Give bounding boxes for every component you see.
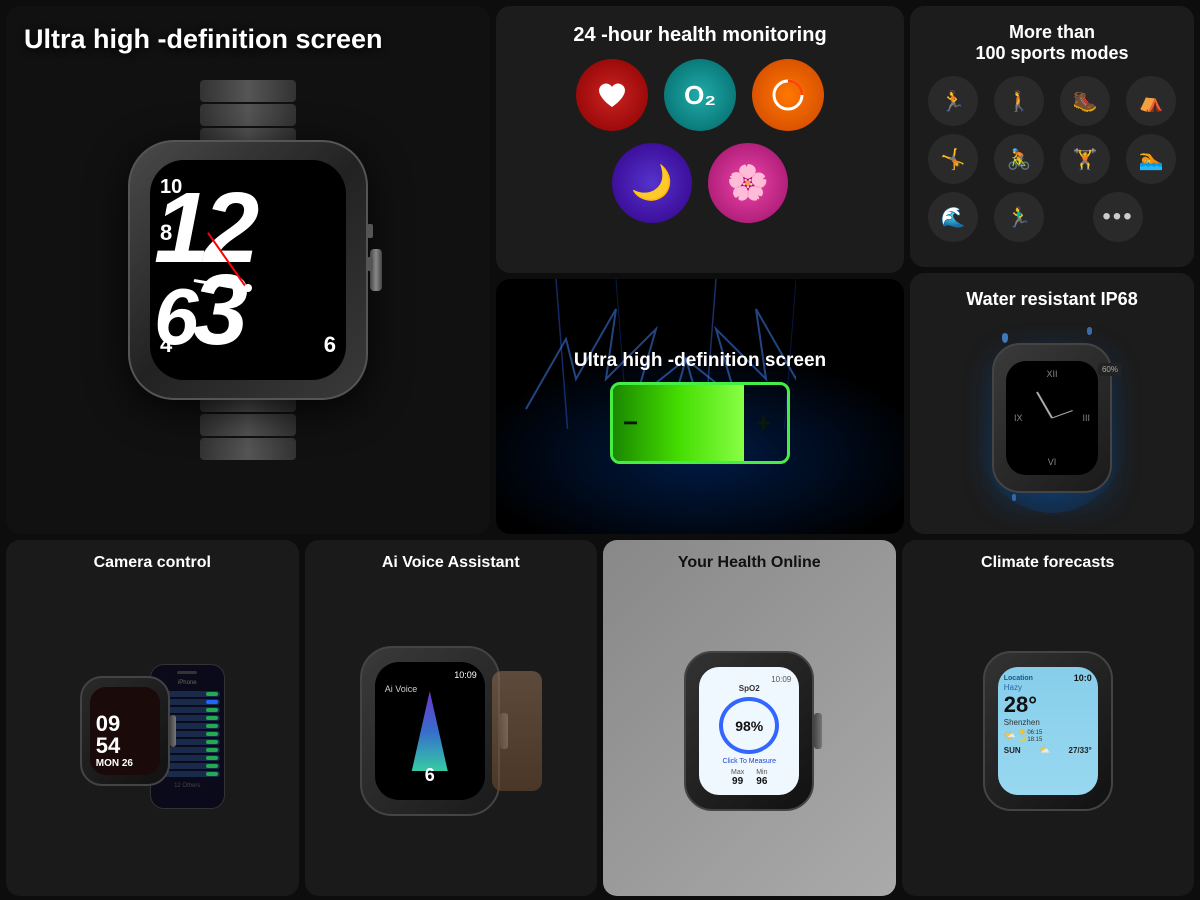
battery-minus: − (623, 407, 638, 438)
oxygen-icon: O₂ (664, 59, 736, 131)
health-online-screen: 10:09 SpO2 98% Click To Measure Max 99 M… (699, 667, 799, 795)
water-watch-image: XII III VI IX (992, 318, 1112, 518)
ho-max-val: 99 (731, 776, 744, 787)
ho-max-label: Max (731, 769, 744, 776)
sport-outdoor-icon: ⛺ (1126, 76, 1176, 126)
health-online-content: 10:09 SpO2 98% Click To Measure Max 99 M… (615, 580, 884, 882)
voice-content: 10:09 Ai Voice 6 (317, 580, 586, 882)
main-watch: 10 12 63 4 6 8 (98, 80, 398, 460)
sport-water-icon: 🌊 (928, 192, 978, 242)
battery-panel: Ultra high -definition screen − + (496, 279, 904, 534)
sport-gym-icon: 🏋️ (1060, 134, 1110, 184)
climate-watch: Location 10:0 Hazy 28° Shenzhen 🌤️ ☀️ 06… (983, 651, 1113, 811)
climate-temp-range: 27/33° (1069, 746, 1092, 755)
wrist-illustration (492, 671, 542, 791)
climate-condition: Hazy (1004, 683, 1092, 692)
health-panel: 24 -hour health monitoring O₂ 🌙 (496, 6, 904, 273)
ho-time: 10:09 (771, 675, 791, 684)
health-icons-row1: O₂ (576, 59, 824, 131)
battery-shell: − + (610, 382, 790, 464)
climate-location: Location (1004, 675, 1033, 682)
water-resistant-panel: Water resistant IP68 XII III VI IX (910, 273, 1194, 534)
camera-panel: Camera control 09 54 MON 26 iPhone (6, 540, 299, 896)
voice-title: Ai Voice Assistant (382, 554, 520, 572)
sport-walking-icon: 🚶 (994, 76, 1044, 126)
climate-screen: Location 10:0 Hazy 28° Shenzhen 🌤️ ☀️ 06… (998, 667, 1098, 795)
ai-voice-label: Ai Voice (385, 684, 418, 694)
water-title: Water resistant IP68 (966, 289, 1137, 310)
health-online-title: Your Health Online (678, 554, 821, 572)
climate-top-time: 10:0 (1074, 673, 1092, 683)
health-icons-row2: 🌙 🌸 (612, 143, 788, 223)
voice-beam (400, 691, 460, 771)
sport-cycling-icon: 🚴 (994, 134, 1044, 184)
voice-panel: Ai Voice Assistant 10:09 Ai Voice 6 (305, 540, 598, 896)
sport-more-icon: ••• (1093, 192, 1143, 242)
sport-exercise-icon: 🤸 (928, 134, 978, 184)
voice-watch: 10:09 Ai Voice 6 (360, 646, 500, 816)
ho-min-val: 96 (756, 776, 767, 787)
battery-plus: + (756, 407, 771, 438)
ho-spo2: SpO2 (739, 684, 760, 693)
ho-cta: Click To Measure (722, 758, 776, 765)
camera-content: 09 54 MON 26 iPhone (18, 580, 287, 882)
sport-sprint-icon: 🏃‍♂️ (994, 192, 1044, 242)
voice-time: 10:09 (454, 670, 477, 680)
health-online-panel: Your Health Online 10:09 SpO2 98% Click … (603, 540, 896, 896)
climate-sunset: 18:15 (1027, 737, 1042, 743)
camera-title: Camera control (94, 554, 211, 572)
sports-title: More than 100 sports modes (975, 22, 1128, 64)
camera-watch: 09 54 MON 26 (80, 676, 170, 786)
sport-running-icon: 🏃 (928, 76, 978, 126)
watch-screen: 10 12 63 4 6 8 (150, 160, 346, 380)
climate-title: Climate forecasts (981, 554, 1114, 572)
voice-watch-screen: 10:09 Ai Voice 6 (375, 662, 485, 800)
heart-rate-icon (576, 59, 648, 131)
activity-icon (752, 59, 824, 131)
camera-watch-screen: 09 54 MON 26 (90, 687, 160, 775)
climate-content: Location 10:0 Hazy 28° Shenzhen 🌤️ ☀️ 06… (914, 580, 1183, 882)
climate-day: SUN (1004, 746, 1021, 755)
sleep-icon: 🌙 (612, 143, 692, 223)
voice-bottom-digit: 6 (425, 765, 435, 786)
ho-percent: 98% (735, 718, 763, 734)
climate-city: Shenzhen (1004, 718, 1092, 727)
climate-temp: 28° (1004, 692, 1092, 718)
health-online-watch: 10:09 SpO2 98% Click To Measure Max 99 M… (684, 651, 814, 811)
health-app-icon: 🌸 (708, 143, 788, 223)
ho-min-label: Min (756, 769, 767, 776)
main-watch-panel: Ultra high -definition screen (6, 6, 490, 534)
health-title: 24 -hour health monitoring (573, 24, 826, 47)
water-watch-screen: XII III VI IX (1006, 361, 1098, 475)
main-title: Ultra high -definition screen (24, 24, 383, 55)
battery-nub (789, 410, 790, 436)
sports-panel: More than 100 sports modes 🏃 🚶 🥾 ⛺ 🤸 🚴 🏋… (910, 6, 1194, 267)
sport-hiking-icon: 🥾 (1060, 76, 1110, 126)
sport-swim-icon: 🏊 (1126, 134, 1176, 184)
climate-panel: Climate forecasts Location 10:0 Hazy 28°… (902, 540, 1195, 896)
sports-icons-grid: 🏃 🚶 🥾 ⛺ 🤸 🚴 🏋️ 🏊 🌊 🏃‍♂️ ••• (924, 76, 1180, 242)
battery-title: Ultra high -definition screen (574, 350, 826, 372)
